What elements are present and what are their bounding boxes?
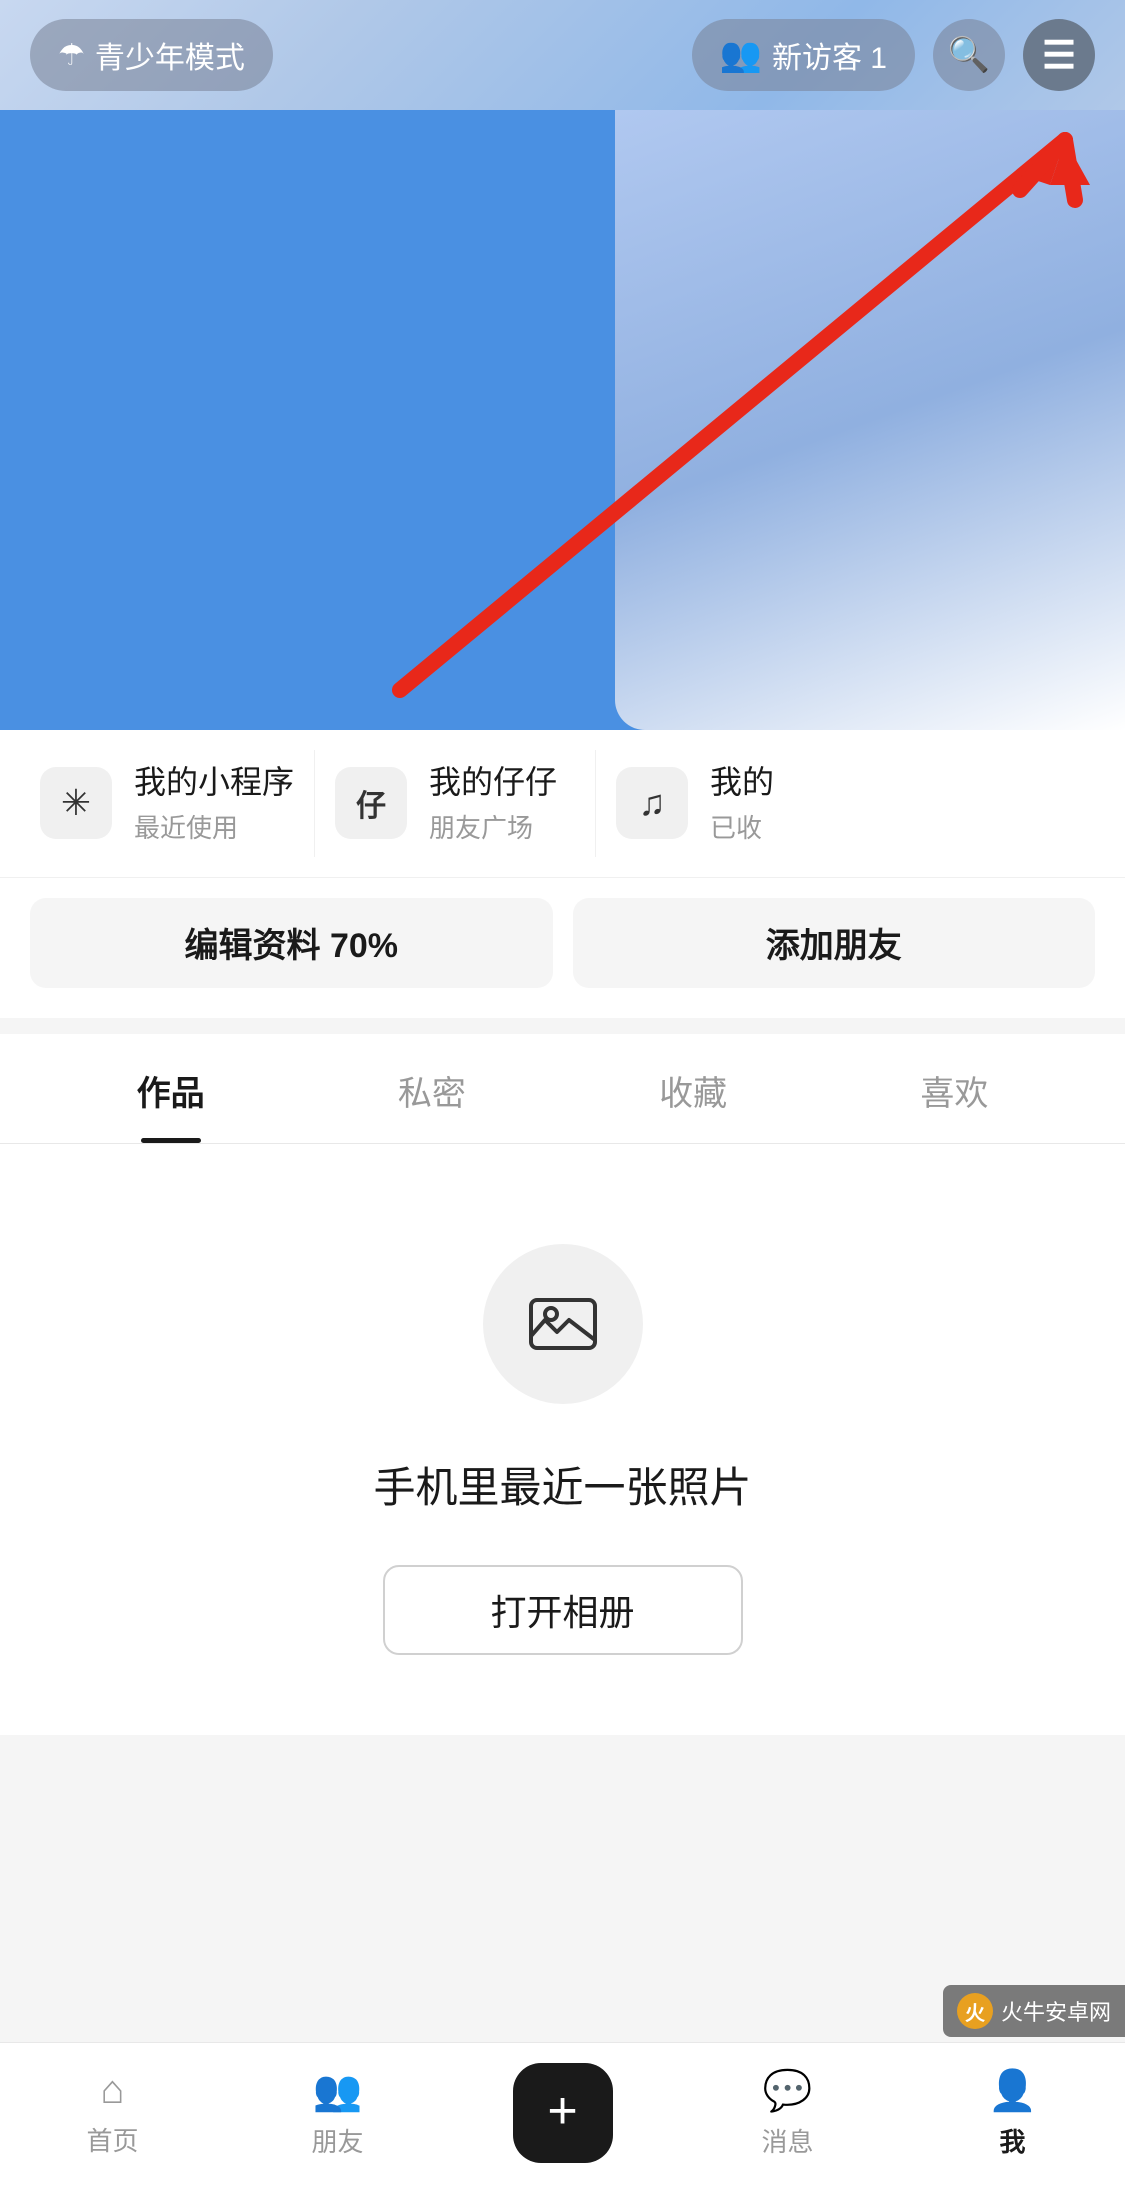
watermark-text: 火牛安卓网: [1001, 1995, 1111, 2027]
quick-item-mini-programs[interactable]: ✳ 我的小程序 最近使用: [20, 730, 314, 877]
nav-friends-label: 朋友: [311, 2122, 363, 2159]
nav-create[interactable]: +: [450, 2063, 675, 2183]
watermark-logo: 火: [957, 1993, 993, 2029]
quick-item-music[interactable]: ♫ 我的 已收: [596, 730, 876, 877]
tab-private[interactable]: 私密: [301, 1034, 562, 1143]
empty-title: 手机里最近一张照片: [373, 1454, 751, 1515]
music-subtitle: 已收: [710, 808, 774, 845]
cover-right-section: [615, 110, 1125, 730]
mini-programs-subtitle: 最近使用: [134, 808, 294, 845]
music-icon: ♫: [616, 767, 688, 839]
tab-works[interactable]: 作品: [40, 1034, 301, 1143]
visitor-label: 新访客 1: [772, 33, 887, 77]
home-icon: ⌂: [100, 2068, 124, 2113]
nav-home-label: 首页: [86, 2121, 138, 2158]
plus-icon: +: [547, 2085, 577, 2137]
menu-button[interactable]: ☰: [1023, 19, 1095, 91]
mini-programs-title: 我的小程序: [134, 762, 294, 804]
open-album-button[interactable]: 打开相册: [383, 1565, 743, 1655]
cover-blue-section: [0, 110, 620, 730]
visitor-button[interactable]: 👥 新访客 1: [692, 19, 915, 91]
tab-liked[interactable]: 喜欢: [824, 1034, 1085, 1143]
nav-me-label: 我: [999, 2122, 1025, 2159]
quick-access-row: ✳ 我的小程序 最近使用 仔 我的仔仔 朋友广场 ♫ 我的 已收: [0, 730, 1125, 878]
nav-messages-label: 消息: [761, 2122, 813, 2159]
add-friend-button[interactable]: 添加朋友: [573, 898, 1096, 988]
umbrella-icon: ☂: [58, 38, 85, 73]
quick-item-zaizai[interactable]: 仔 我的仔仔 朋友广场: [315, 730, 595, 877]
top-bar-right: 👥 新访客 1 🔍 ☰: [692, 19, 1095, 91]
nav-home[interactable]: ⌂ 首页: [0, 2068, 225, 2178]
zaizai-icon: 仔: [335, 767, 407, 839]
youth-mode-label: 青少年模式: [95, 33, 245, 77]
search-icon: 🔍: [948, 35, 990, 75]
mini-programs-icon: ✳: [40, 767, 112, 839]
nav-friends[interactable]: 👥 朋友: [225, 2067, 450, 2179]
nav-plus-button[interactable]: +: [513, 2063, 613, 2163]
messages-icon: 💬: [763, 2067, 813, 2114]
watermark: 火 火牛安卓网: [943, 1985, 1125, 2037]
top-bar: ☂ 青少年模式 👥 新访客 1 🔍 ☰: [0, 0, 1125, 110]
menu-icon: ☰: [1042, 33, 1076, 78]
photo-icon: [523, 1284, 603, 1364]
edit-profile-button[interactable]: 编辑资料 70%: [30, 898, 553, 988]
zaizai-subtitle: 朋友广场: [429, 808, 557, 845]
music-title: 我的: [710, 762, 774, 804]
music-text: 我的 已收: [710, 762, 774, 845]
nav-me[interactable]: 👤 我: [900, 2067, 1125, 2179]
profile-tabs: 作品 私密 收藏 喜欢: [0, 1034, 1125, 1144]
zaizai-text: 我的仔仔 朋友广场: [429, 762, 557, 845]
bottom-nav: ⌂ 首页 👥 朋友 + 💬 消息 👤 我: [0, 2042, 1125, 2202]
empty-photo-icon-circle: [483, 1244, 643, 1404]
profile-cover: [0, 110, 1125, 730]
nav-messages[interactable]: 💬 消息: [675, 2067, 900, 2179]
zaizai-title: 我的仔仔: [429, 762, 557, 804]
action-buttons-row: 编辑资料 70% 添加朋友: [0, 878, 1125, 1018]
search-button[interactable]: 🔍: [933, 19, 1005, 91]
youth-mode-button[interactable]: ☂ 青少年模式: [30, 19, 273, 91]
empty-state: 手机里最近一张照片 打开相册: [0, 1144, 1125, 1735]
tab-favorites[interactable]: 收藏: [563, 1034, 824, 1143]
me-icon: 👤: [988, 2067, 1038, 2114]
friends-icon: 👥: [313, 2067, 363, 2114]
mini-programs-text: 我的小程序 最近使用: [134, 762, 294, 845]
visitor-icon: 👥: [720, 35, 762, 75]
